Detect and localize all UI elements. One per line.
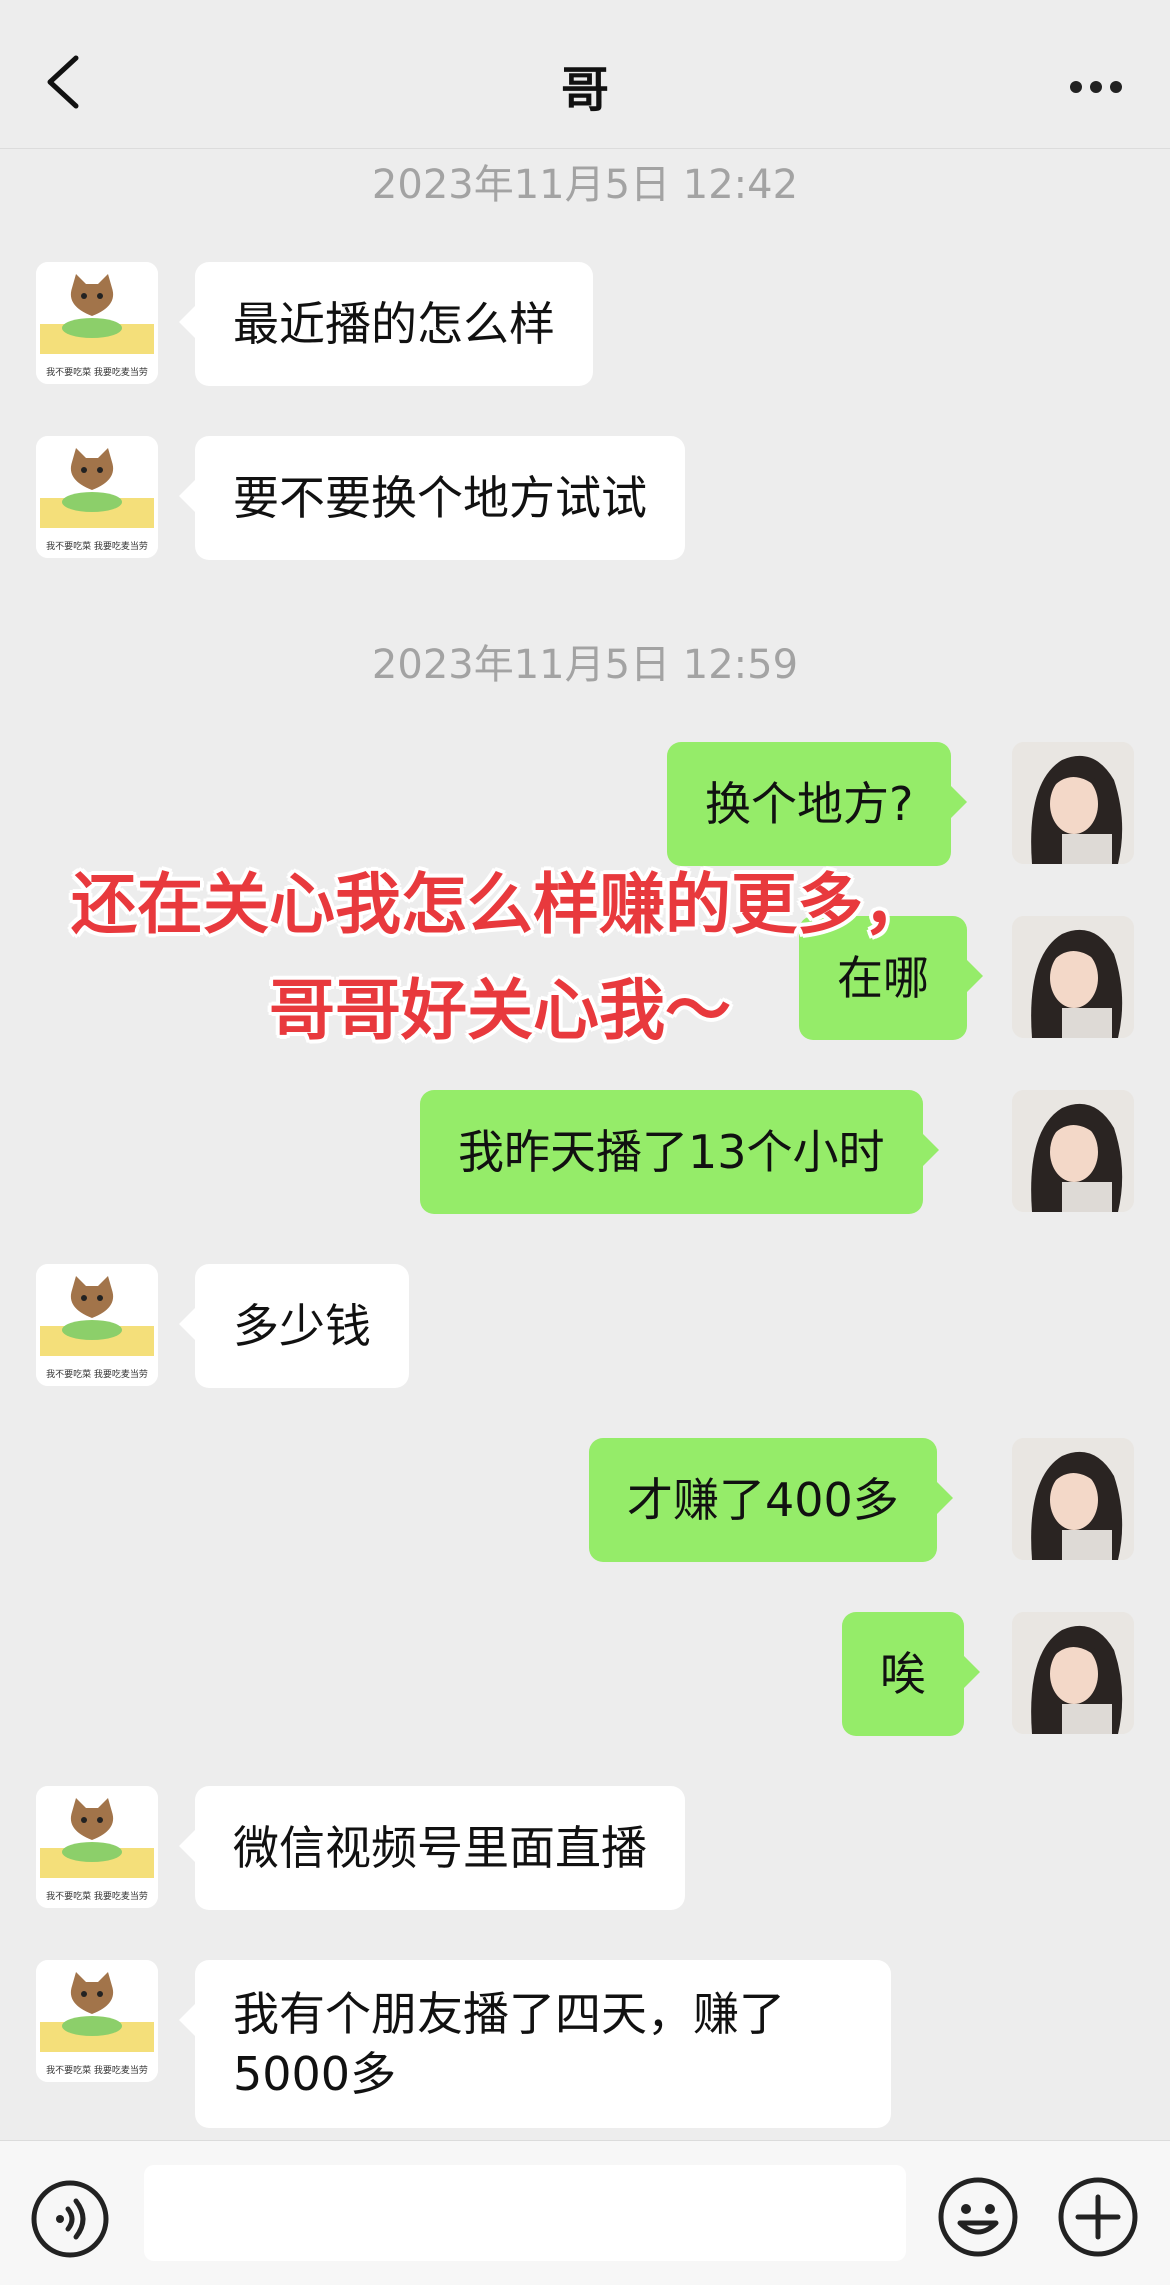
self-avatar[interactable] xyxy=(1012,742,1134,864)
self-avatar[interactable] xyxy=(1012,1612,1134,1734)
svg-text:我不要吃菜 我要吃麦当劳: 我不要吃菜 我要吃麦当劳 xyxy=(46,1890,148,1902)
self-avatar[interactable] xyxy=(1012,1438,1134,1560)
svg-text:我不要吃菜 我要吃麦当劳: 我不要吃菜 我要吃麦当劳 xyxy=(46,2064,148,2076)
contact-avatar[interactable]: 我不要吃菜 我要吃麦当劳 xyxy=(36,1960,158,2082)
chat-title: 哥 xyxy=(560,62,609,118)
message-input[interactable] xyxy=(144,2165,906,2261)
message-bubble-outgoing[interactable]: 换个地方? xyxy=(667,742,968,866)
message-bubble-outgoing[interactable]: 才赚了400多 xyxy=(589,1438,953,1562)
contact-avatar[interactable]: 我不要吃菜 我要吃麦当劳 xyxy=(36,262,158,384)
input-bar xyxy=(0,2140,1170,2285)
message-bubble-incoming[interactable]: 我有个朋友播了四天，赚了5000多 xyxy=(179,1960,891,2128)
contact-avatar[interactable]: 我不要吃菜 我要吃麦当劳 xyxy=(36,1264,158,1386)
timestamp: 2023年11月5日 12:59 xyxy=(371,642,799,688)
more-dots-icon[interactable] xyxy=(1070,78,1130,93)
self-avatar[interactable] xyxy=(1012,1090,1134,1212)
svg-text:我不要吃菜 我要吃麦当劳: 我不要吃菜 我要吃麦当劳 xyxy=(46,1368,148,1380)
self-avatar[interactable] xyxy=(1012,916,1134,1038)
svg-text:我不要吃菜 我要吃麦当劳: 我不要吃菜 我要吃麦当劳 xyxy=(46,540,148,552)
message-bubble-incoming[interactable]: 多少钱 xyxy=(179,1264,409,1388)
emoji-icon[interactable] xyxy=(936,2175,1020,2259)
voice-icon[interactable] xyxy=(30,2179,110,2259)
chat-header: 哥 xyxy=(0,0,1170,149)
message-bubble-incoming[interactable]: 微信视频号里面直播 xyxy=(179,1786,685,1910)
plus-icon[interactable] xyxy=(1056,2175,1140,2259)
svg-text:我不要吃菜 我要吃麦当劳: 我不要吃菜 我要吃麦当劳 xyxy=(46,366,148,378)
message-bubble-outgoing[interactable]: 唉 xyxy=(842,1612,980,1736)
timestamp: 2023年11月5日 12:42 xyxy=(371,162,799,208)
message-bubble-incoming[interactable]: 最近播的怎么样 xyxy=(179,262,593,386)
overlay-caption-line1: 还在关心我怎么样赚的更多， xyxy=(71,866,929,943)
contact-avatar[interactable]: 我不要吃菜 我要吃麦当劳 xyxy=(36,1786,158,1908)
contact-avatar[interactable]: 我不要吃菜 我要吃麦当劳 xyxy=(36,436,158,558)
message-bubble-incoming[interactable]: 要不要换个地方试试 xyxy=(179,436,685,560)
message-bubble-outgoing[interactable]: 我昨天播了13个小时 xyxy=(420,1090,939,1214)
overlay-caption-line2: 哥哥好关心我～ xyxy=(269,972,731,1049)
